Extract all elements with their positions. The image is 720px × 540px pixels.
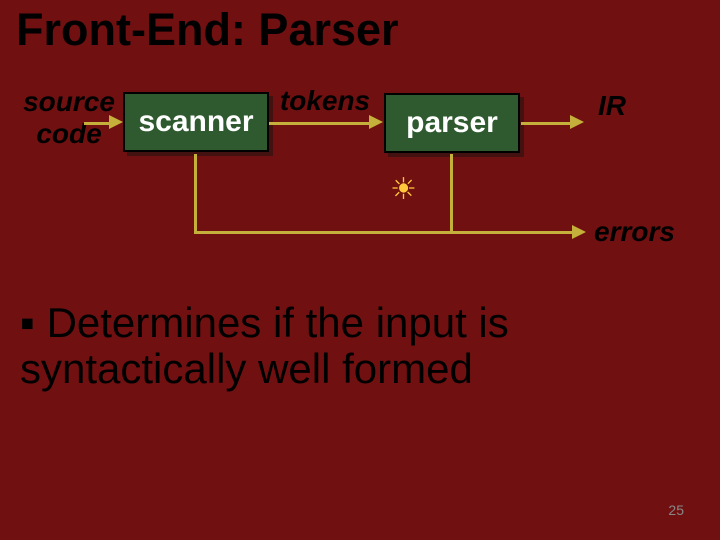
ir-label: IR <box>598 90 626 122</box>
arrow-scanner-to-parser <box>269 122 369 125</box>
slide-title: Front-End: Parser <box>16 4 399 56</box>
parser-box-label: parser <box>406 106 498 140</box>
scanner-box: scanner <box>123 92 269 152</box>
line-errors-horizontal <box>194 231 576 234</box>
line-scanner-down <box>194 154 197 234</box>
bullet-marker-icon: ▪ <box>20 299 47 346</box>
bullet-text: Determines if the input is syntactically… <box>20 299 509 392</box>
arrowhead-icon <box>570 115 584 129</box>
errors-label: errors <box>594 216 675 248</box>
parser-box: parser <box>384 93 520 153</box>
line-parser-down <box>450 154 453 234</box>
page-number: 25 <box>668 502 684 518</box>
tokens-label: tokens <box>268 85 382 117</box>
bullet-item: ▪ Determines if the input is syntactical… <box>20 300 680 392</box>
arrowhead-icon <box>572 225 586 239</box>
source-code-label: source code <box>14 86 124 150</box>
arrowhead-icon <box>109 115 123 129</box>
bullet-list: ▪ Determines if the input is syntactical… <box>20 300 680 392</box>
arrow-parser-to-ir <box>521 122 571 125</box>
arrow-source-to-scanner <box>84 122 112 125</box>
scanner-box-label: scanner <box>138 105 253 139</box>
arrowhead-icon <box>369 115 383 129</box>
sun-icon: ☀ <box>390 172 417 207</box>
